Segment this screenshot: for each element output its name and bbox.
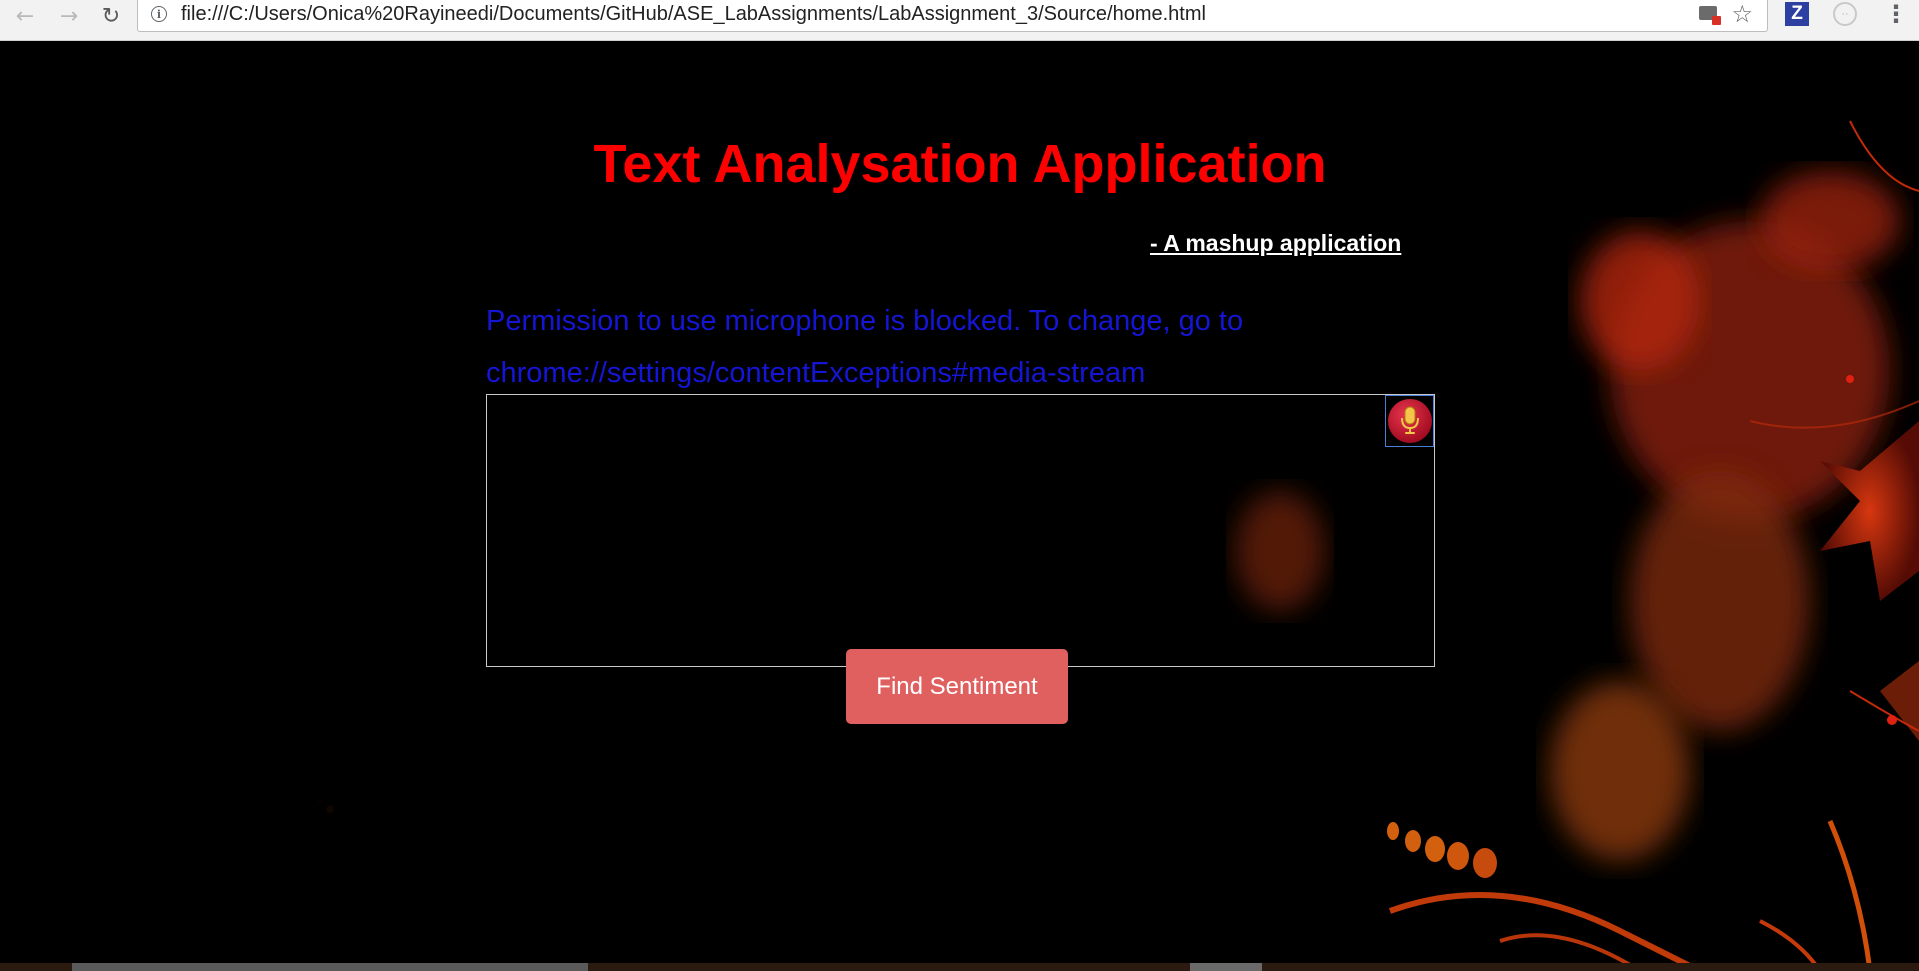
camera-blocked-icon[interactable] bbox=[1699, 6, 1721, 25]
page-subtitle: - A mashup application bbox=[1150, 230, 1402, 256]
extension-circle-icon[interactable]: ·· bbox=[1833, 2, 1857, 26]
page-title: Text Analysation Application bbox=[593, 134, 1327, 194]
reload-icon[interactable]: ↻ bbox=[98, 3, 124, 29]
page-viewport: Text Analysation Application - A mashup … bbox=[0, 41, 1919, 971]
bookmark-star-icon[interactable]: ☆ bbox=[1731, 0, 1753, 28]
forward-arrow-icon[interactable]: → bbox=[56, 3, 82, 29]
browser-toolbar: ← → ↻ i file:///C:/Users/Onica%20Rayinee… bbox=[0, 0, 1919, 41]
find-sentiment-button[interactable]: Find Sentiment bbox=[846, 649, 1068, 724]
extension-z-icon[interactable]: Z bbox=[1785, 2, 1809, 26]
back-arrow-icon[interactable]: ← bbox=[12, 3, 38, 29]
strip-segment bbox=[72, 963, 588, 971]
info-icon[interactable]: i bbox=[151, 6, 167, 22]
text-input-area[interactable] bbox=[486, 394, 1435, 667]
microphone-icon bbox=[1387, 399, 1432, 443]
url-text[interactable]: file:///C:/Users/Onica%20Rayineedi/Docum… bbox=[181, 3, 1206, 26]
microphone-permission-error: Permission to use microphone is blocked.… bbox=[486, 305, 1244, 389]
bottom-strip bbox=[0, 963, 1919, 971]
microphone-button[interactable] bbox=[1385, 395, 1434, 447]
kebab-menu-icon[interactable]: ⋮ bbox=[1884, 1, 1908, 27]
strip-segment bbox=[1190, 963, 1262, 971]
address-bar[interactable]: i file:///C:/Users/Onica%20Rayineedi/Doc… bbox=[137, 0, 1768, 32]
